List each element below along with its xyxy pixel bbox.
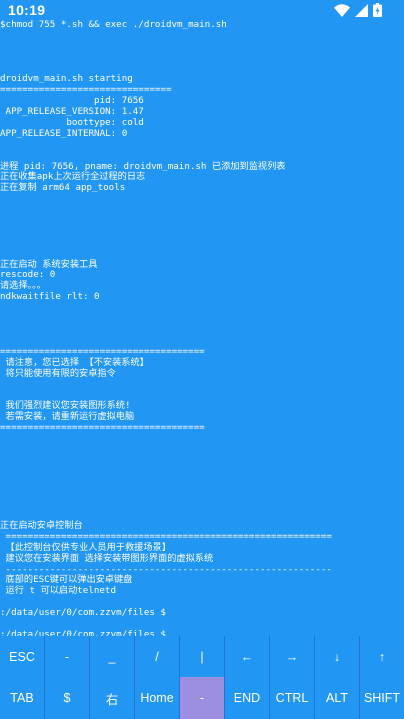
- tab-key[interactable]: TAB: [0, 677, 44, 719]
- status-bar: 10:19: [0, 0, 404, 22]
- terminal-output[interactable]: $chmod 755 *.sh && exec ./droidvm_main.s…: [0, 20, 404, 636]
- pipe-key[interactable]: |: [180, 636, 224, 677]
- terminal-line: 运行 t 可以启动telnetd: [0, 585, 116, 597]
- terminal-line: 【此控制台仅供专业人员用于救援场景】: [0, 541, 171, 553]
- status-icons: [334, 3, 382, 17]
- terminal-line: rescode: 0: [0, 269, 56, 281]
- signal-icon: [355, 3, 368, 17]
- terminal-line: =====================================: [0, 345, 205, 357]
- dash-key[interactable]: -: [180, 677, 224, 719]
- status-time: 10:19: [8, 2, 46, 18]
- terminal-line: 正在启动 系统安装工具: [0, 258, 98, 270]
- terminal-line: APP_RELEASE_INTERNAL: 0: [0, 127, 128, 139]
- wifi-icon: [334, 3, 350, 17]
- terminal-line: :/data/user/0/com.zzvm/files $: [0, 607, 166, 619]
- terminal-line: 建议您在安装界面 选择安装带图形界面的虚拟系统: [0, 552, 214, 564]
- terminal-line: 请注意，您已选择 【不安装系统】: [0, 356, 149, 368]
- alt-key[interactable]: ALT: [315, 677, 359, 719]
- arrow-left-key[interactable]: ←: [225, 636, 269, 677]
- home-key[interactable]: Home: [135, 677, 179, 719]
- terminal-line: 正在复制 arm64 app_tools: [0, 182, 126, 194]
- right-char-key[interactable]: 右: [90, 677, 134, 719]
- arrow-down-key[interactable]: ↓: [315, 636, 359, 677]
- underscore-key[interactable]: _: [90, 636, 134, 677]
- shift-key[interactable]: SHIFT: [360, 677, 404, 719]
- arrow-right-key[interactable]: →: [270, 636, 314, 677]
- terminal-line: ndkwaitfile rlt: 0: [0, 291, 100, 303]
- end-key[interactable]: END: [225, 677, 269, 719]
- dash-key[interactable]: -: [45, 636, 89, 677]
- terminal-line: =====================================: [0, 421, 205, 433]
- slash-key[interactable]: /: [135, 636, 179, 677]
- dollar-key[interactable]: $: [45, 677, 89, 719]
- battery-icon: [373, 3, 382, 17]
- terminal-line: 将只能使用有限的安卓指令: [0, 367, 116, 379]
- esc-key[interactable]: ESC: [0, 636, 44, 677]
- arrow-up-key[interactable]: ↑: [360, 636, 404, 677]
- terminal-line: $chmod 755 *.sh && exec ./droidvm_main.s…: [0, 20, 227, 30]
- ctrl-key[interactable]: CTRL: [270, 677, 314, 719]
- extra-keys-bar: ESC - _ / | ← → ↓ ↑ TAB $ 右 Home - END CTRL ALT SHIFT: [0, 636, 404, 719]
